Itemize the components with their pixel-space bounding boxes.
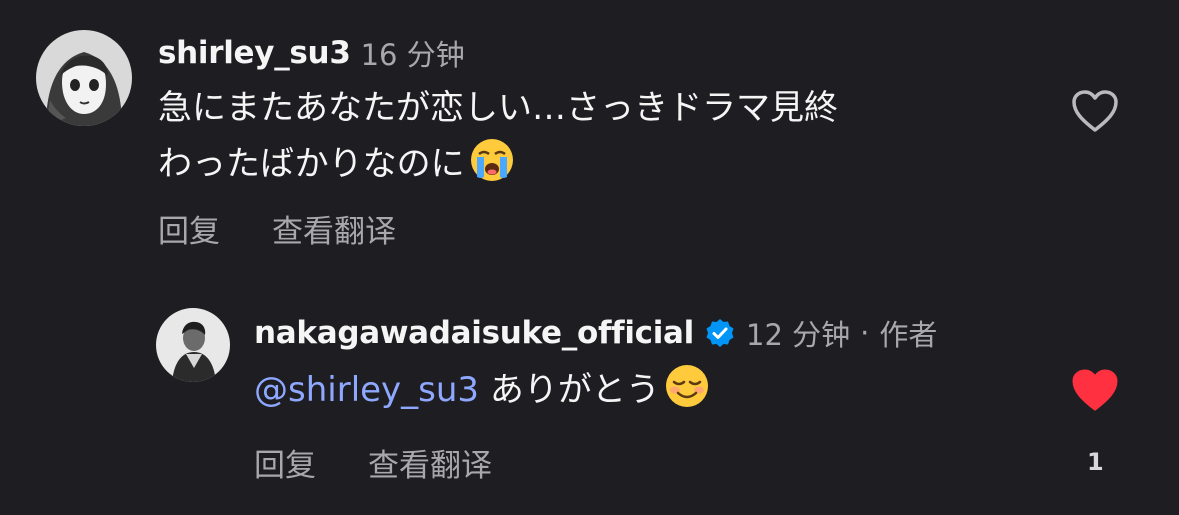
comment-actions: 回复 查看翻译 [158, 206, 448, 251]
comment-text-line-2-text: わったばかりなのに [158, 144, 465, 184]
comment-header: shirley_su3 16 分钟 [158, 32, 465, 74]
timestamp: 16 分钟 [360, 38, 465, 72]
like-button[interactable] [1070, 88, 1120, 138]
author-tag: 作者 [879, 318, 938, 352]
reply-button[interactable]: 回复 [254, 440, 316, 485]
avatar-shirley[interactable] [36, 30, 132, 126]
avatar-nakagawa[interactable] [156, 308, 230, 382]
mention-link[interactable]: @shirley_su3 [254, 370, 479, 410]
meta-separator: · [860, 316, 870, 350]
comment-text: @shirley_su3 ありがとう [254, 362, 1034, 418]
like-count: 1 [1087, 448, 1104, 476]
comment-actions: 回复 查看翻译 [254, 440, 544, 485]
comment-text-line-1: 急にまたあなたが恋しい…さっきドラマ見終 [158, 88, 838, 128]
heart-outline-icon [1072, 90, 1118, 132]
like-button[interactable] [1070, 367, 1120, 417]
verified-badge-icon [704, 317, 736, 349]
timestamp: 12 分钟 [746, 318, 851, 352]
comment-header: nakagawadaisuke_official 12 分钟 · 作者 [254, 312, 937, 354]
comment-text: 急にまたあなたが恋しい…さっきドラマ見終 わったばかりなのに [158, 80, 1038, 192]
translate-button[interactable]: 查看翻译 [272, 206, 396, 251]
username[interactable]: shirley_su3 [158, 35, 351, 71]
comment-text-line-2: わったばかりなのに [158, 136, 1038, 192]
reply-button[interactable]: 回复 [158, 206, 220, 251]
comment-text-body: ありがとう [479, 370, 660, 410]
translate-button[interactable]: 查看翻译 [368, 440, 492, 485]
smiling-face-emoji [664, 363, 710, 409]
heart-filled-icon [1072, 369, 1118, 411]
username[interactable]: nakagawadaisuke_official [254, 315, 694, 351]
loudly-crying-face-emoji [469, 137, 515, 183]
